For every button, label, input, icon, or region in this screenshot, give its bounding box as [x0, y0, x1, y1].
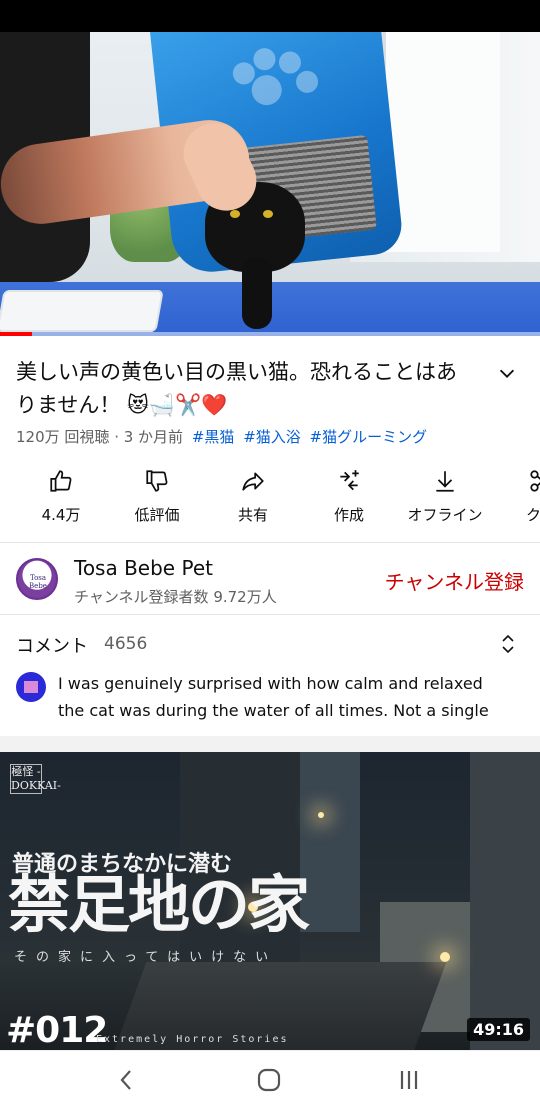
subscriber-count: チャンネル登録者数 9.72万人 — [74, 588, 277, 606]
video-title[interactable]: 美しい声の黄色い目の黒い猫。恐れることはありません！ 😻🛁✂️❤️ — [16, 356, 476, 422]
progress-fill — [0, 332, 33, 336]
next-video-thumbnail[interactable]: 極怪 -DOKKAI- 普通のまちなかに潜む 禁足地の家 その家に入ってはいけな… — [0, 752, 540, 1050]
cat-leg — [242, 257, 272, 329]
thumbs-up-icon — [50, 470, 72, 492]
keyboard — [0, 290, 164, 332]
channel-name[interactable]: Tosa Bebe Pet — [74, 556, 213, 580]
duration-badge: 49:16 — [467, 1018, 530, 1041]
thumbnail-tagline: その家に入ってはいけない — [14, 950, 278, 965]
hashtag[interactable]: #猫グルーミング — [310, 428, 428, 446]
like-button[interactable]: 4.4万 — [16, 466, 106, 530]
episode-number: #012 — [6, 1010, 108, 1050]
divider — [0, 614, 540, 615]
download-button[interactable]: オフライン — [400, 466, 490, 530]
remix-icon — [340, 470, 359, 491]
top-comment-text: I was genuinely surprised with how calm … — [58, 674, 489, 720]
dislike-button[interactable]: 低評価 — [112, 466, 202, 530]
section-gap — [0, 736, 540, 752]
channel-badge: 極怪 -DOKKAI- — [10, 764, 61, 794]
video-player[interactable] — [0, 32, 540, 336]
back-icon[interactable] — [112, 1065, 142, 1095]
series-name: Extremely Horror Stories — [96, 1034, 289, 1045]
video-progress-bar[interactable] — [0, 332, 540, 336]
recent-apps-icon[interactable] — [394, 1065, 424, 1095]
remix-label: 作成 — [333, 506, 364, 524]
clip-label: クリ — [525, 506, 540, 524]
expand-collapse-icon[interactable] — [498, 632, 518, 656]
download-label: オフライン — [407, 506, 483, 524]
like-count: 4.4万 — [41, 506, 81, 524]
remix-button[interactable]: 作成 — [304, 466, 394, 530]
hashtag[interactable]: #猫入浴 — [243, 428, 301, 446]
action-bar: 4.4万 低評価 共有 作成 オフライン クリ — [0, 466, 540, 530]
upload-age: 3 か月前 — [123, 428, 184, 446]
share-icon — [242, 472, 264, 491]
hashtag[interactable]: #黒猫 — [192, 428, 235, 446]
clip-icon — [530, 470, 540, 492]
video-meta[interactable]: 120万 回視聴 · 3 か月前 #黒猫 #猫入浴 #猫グルーミング — [16, 426, 536, 447]
share-label: 共有 — [237, 506, 268, 524]
channel-avatar[interactable]: Tosa Bebe — [16, 558, 58, 600]
clip-button[interactable]: クリ — [496, 466, 540, 530]
share-button[interactable]: 共有 — [208, 466, 298, 530]
home-icon[interactable] — [254, 1065, 284, 1095]
channel-avatar-logo: Tosa Bebe — [29, 574, 47, 590]
dislike-label: 低評価 — [134, 506, 180, 524]
comments-heading: コメント — [16, 636, 88, 657]
system-nav-bar — [0, 1050, 540, 1110]
thumbnail-title: 禁足地の家 — [8, 868, 310, 941]
comments-count: 4656 — [104, 634, 148, 654]
chevron-down-icon[interactable] — [496, 362, 518, 384]
commenter-avatar[interactable] — [16, 672, 46, 702]
subscribe-button[interactable]: チャンネル登録 — [385, 566, 524, 595]
divider — [0, 542, 540, 543]
download-icon — [436, 471, 454, 492]
thumbs-down-icon — [146, 470, 168, 492]
status-bar — [0, 0, 540, 32]
view-count: 120万 回視聴 — [16, 428, 110, 446]
